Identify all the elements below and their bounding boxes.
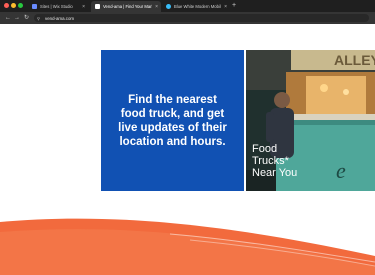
- hero-headline: Find the nearest food truck, and get liv…: [118, 93, 227, 148]
- close-tab-icon[interactable]: ×: [224, 4, 227, 10]
- close-tab-icon[interactable]: ×: [155, 4, 158, 10]
- close-tab-icon[interactable]: ×: [82, 4, 85, 10]
- canva-favicon-icon: [166, 4, 171, 9]
- tab-title: Blue White Modern Mobile App: [174, 4, 221, 9]
- back-arrow-icon[interactable]: ←: [5, 14, 11, 22]
- maximize-window-button[interactable]: [18, 3, 23, 8]
- truck-sign-text: ALLEY: [334, 52, 375, 68]
- new-tab-button[interactable]: +: [232, 1, 236, 11]
- address-bar[interactable]: ⚲ vend-ama.com: [34, 14, 369, 22]
- browser-tab-strip: Sites | Wix Studio × Vend-ama | Find You…: [0, 0, 375, 12]
- browser-tab-wix[interactable]: Sites | Wix Studio ×: [28, 1, 88, 12]
- photo-caption: Food Trucks* Near You: [252, 143, 297, 179]
- wix-favicon-icon: [32, 4, 37, 9]
- truck-logo: e: [336, 158, 346, 183]
- browser-toolbar: ← → ↻ ⚲ vend-ama.com: [0, 12, 375, 24]
- site-info-icon[interactable]: ⚲: [37, 16, 43, 21]
- food-truck-photo: ALLEY e Food Trucks* Near You: [246, 50, 375, 191]
- reload-icon[interactable]: ↻: [24, 14, 29, 22]
- tab-title: Sites | Wix Studio: [40, 4, 73, 9]
- hero-text-panel: Find the nearest food truck, and get liv…: [101, 50, 244, 191]
- minimize-window-button[interactable]: [11, 3, 16, 8]
- photo-caption-line: Trucks*: [252, 155, 289, 167]
- address-bar-url: vend-ama.com: [45, 15, 75, 21]
- photo-caption-line: Near You: [252, 167, 298, 179]
- orange-wave-decoration: [0, 218, 375, 275]
- close-window-button[interactable]: [4, 3, 9, 8]
- page-favicon-icon: [95, 4, 100, 9]
- photo-caption-line: Food: [252, 143, 278, 155]
- browser-tab-vend-ama[interactable]: Vend-ama | Find Your Market ×: [91, 1, 161, 12]
- forward-arrow-icon[interactable]: →: [14, 14, 20, 22]
- browser-tab-canva[interactable]: Blue White Modern Mobile App ×: [162, 1, 230, 12]
- page-content: Find the nearest food truck, and get liv…: [0, 24, 375, 275]
- tab-title: Vend-ama | Find Your Market: [103, 4, 153, 9]
